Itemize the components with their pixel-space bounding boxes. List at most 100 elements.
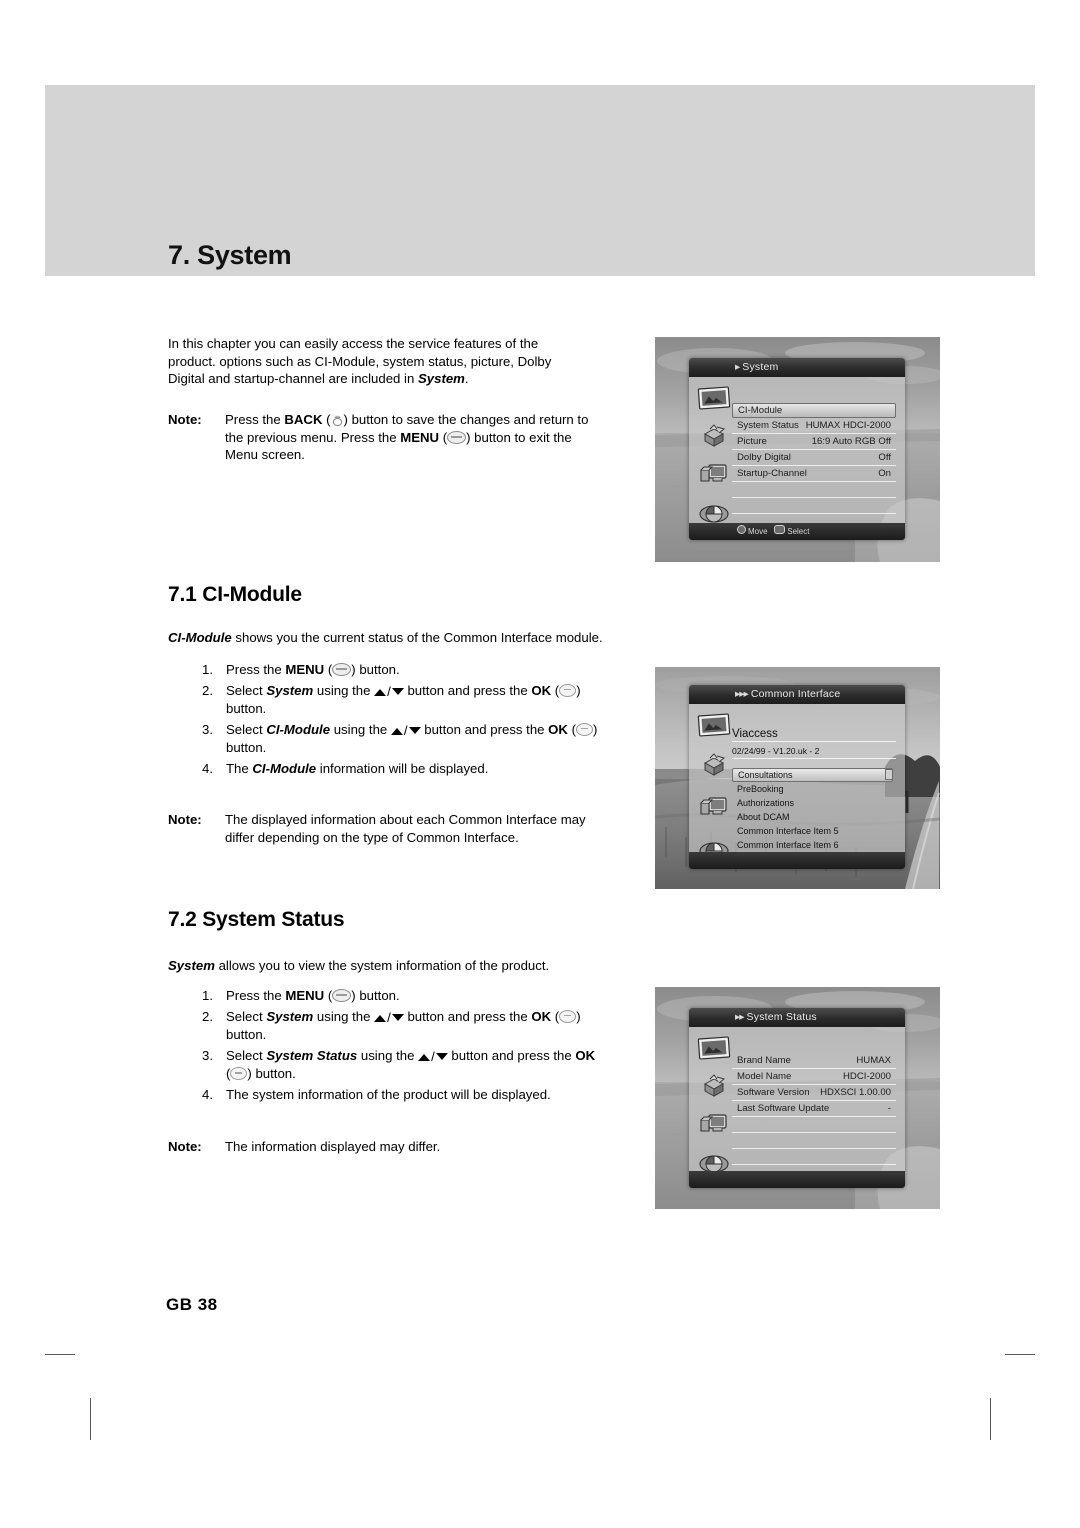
manual-page: 7. System In this chapter you can easily… <box>0 0 1080 1528</box>
ss-step-3-mid2: button and press the <box>447 1047 576 1063</box>
system-status-lead-rest: allows you to view the system informatio… <box>214 958 550 973</box>
note-label: Note: <box>168 412 202 427</box>
osd-body: Brand Name HUMAX Model Name HDCI-2000 So… <box>689 1027 905 1188</box>
back-key-label: BACK <box>284 412 323 427</box>
ss-note-line-1: The information displayed may differ. <box>225 1139 441 1154</box>
note-line-1: Press the BACK () button to save the cha… <box>225 411 640 429</box>
page-title: 7. System <box>168 240 292 270</box>
installation-box-icon <box>697 1073 731 1099</box>
osd-footer-bar <box>689 852 905 869</box>
ci-module-steps: Press the MENU () button. Select System … <box>168 655 640 781</box>
ok-key-icon <box>774 525 786 534</box>
note-body: The displayed information about each Com… <box>225 811 640 846</box>
screenshot-common-interface: ▸▸▸ Common Interface Viaccess 02/24/99 - … <box>655 667 940 889</box>
ci-item-about-dcam[interactable]: About DCAM <box>732 810 893 824</box>
osd-title-bar: ▸ System <box>689 358 905 377</box>
step-item: Select System using the / button and pre… <box>202 682 581 717</box>
cam-version: 02/24/99 - V1.20.uk - 2 <box>732 746 896 759</box>
osd-row-model-name: Model Name HDCI-2000 <box>732 1069 896 1085</box>
osd-row-last-software-update: Last Software Update - <box>732 1101 896 1117</box>
osd-row-label: Last Software Update <box>737 1103 830 1114</box>
osd-title-text: System Status <box>746 1011 817 1023</box>
osd-row-label: Dolby Digital <box>737 452 791 463</box>
ci-item-consultations[interactable]: Consultations <box>732 768 893 782</box>
ci-item-6[interactable]: Common Interface Item 6 <box>732 838 893 852</box>
intro-line-2: product. options such as CI-Module, syst… <box>168 353 552 369</box>
step-3-emphasis: CI-Module <box>266 721 331 737</box>
ss-step-1-key: MENU <box>285 988 325 1003</box>
step-2-pre: Select <box>226 682 267 698</box>
crop-mark-bottom-left-vertical <box>90 1398 91 1440</box>
ss-step-1-paren: ( <box>324 988 333 1003</box>
osd-panel: ▸ System CI-Module System Status HUMAX HD… <box>689 358 905 540</box>
osd-row-label: CI-Module <box>738 405 783 416</box>
installation-box-icon <box>697 423 731 449</box>
ci-item-label: About DCAM <box>737 812 790 822</box>
osd-row-label: Software Version <box>737 1087 810 1098</box>
note-line-2-post: ) button to exit the <box>466 429 572 445</box>
ci-item-label: PreBooking <box>737 784 784 794</box>
osd-row-brand-name: Brand Name HUMAX <box>732 1053 896 1069</box>
osd-row-dolby-digital[interactable]: Dolby Digital Off <box>732 450 896 466</box>
intro-line-3-pre: Digital and startup-channel are included… <box>168 371 418 387</box>
ss-step-2-mid: using the <box>313 1008 375 1024</box>
osd-row-label: Startup-Channel <box>737 468 807 479</box>
ci-item-label: Common Interface Item 5 <box>737 826 839 836</box>
osd-row-system-status[interactable]: System Status HUMAX HDCI-2000 <box>732 418 896 434</box>
note-line-3: Menu screen. <box>225 447 305 463</box>
ss-step-4-text: The system information of the product wi… <box>226 1086 551 1102</box>
ok-button-icon <box>576 722 594 736</box>
step-3-pre: Select <box>226 721 267 737</box>
ci-item-label: Common Interface Item 6 <box>737 840 839 850</box>
intro-paragraph: In this chapter you can easily access th… <box>168 335 640 388</box>
osd-row-software-version: Software Version HDXSCI 1.00.00 <box>732 1085 896 1101</box>
menu-button-icon <box>332 663 352 676</box>
photos-icon <box>697 1035 731 1061</box>
photos-icon <box>697 712 731 738</box>
tv-monitor-icon <box>697 461 731 487</box>
up-down-arrow-icon: / <box>390 722 421 740</box>
osd-row-value: On <box>878 468 891 479</box>
menu-button-icon <box>447 430 467 444</box>
ci-item-prebooking[interactable]: PreBooking <box>732 782 893 796</box>
up-down-arrow-icon: / <box>374 683 404 701</box>
step-1-key: MENU <box>285 662 325 677</box>
ci-module-lead-rest: shows you the current status of the Comm… <box>231 630 603 645</box>
step-item: Press the MENU () button. <box>202 987 640 1005</box>
breadcrumb-caret-icon: ▸ <box>735 361 740 373</box>
section-heading-ci-module: 7.1 CI-Module <box>168 583 302 606</box>
osd-row-list: Brand Name HUMAX Model Name HDCI-2000 So… <box>732 1053 896 1188</box>
installation-box-icon <box>697 752 731 778</box>
hint-move-label: Move <box>748 527 768 536</box>
step-2-mid2: button and press the <box>403 682 532 698</box>
ci-item-label: Consultations <box>738 770 793 780</box>
osd-row-label: System Status <box>737 420 799 431</box>
breadcrumb-caret-icon: ▸▸▸ <box>735 688 749 700</box>
step-3-ok-label: OK <box>548 721 568 737</box>
ss-step-2-pre: Select <box>226 1008 267 1024</box>
ci-item-5[interactable]: Common Interface Item 5 <box>732 824 893 838</box>
osd-row-value: HDCI-2000 <box>843 1071 891 1082</box>
note-line-1-post: ) button to save the changes and return … <box>343 412 589 427</box>
ci-item-authorizations[interactable]: Authorizations <box>732 796 893 810</box>
up-down-arrow-icon: / <box>418 1048 448 1066</box>
step-2-tail: button. <box>226 701 267 717</box>
ss-step-2-tail: button. <box>226 1027 267 1043</box>
ci-note-line-2: differ depending on the type of Common I… <box>225 829 519 845</box>
step-1-post: ) button. <box>351 662 400 677</box>
step-4-emphasis: CI-Module <box>252 760 317 776</box>
ci-menu-list: Consultations PreBooking Authorizations … <box>732 768 893 852</box>
note-label: Note: <box>168 812 202 827</box>
hint-select-label: Select <box>787 527 810 536</box>
ss-step-3-pre: Select <box>226 1047 267 1063</box>
ci-module-note: Note: The displayed information about ea… <box>168 811 640 846</box>
scrollbar-thumb[interactable] <box>885 769 893 780</box>
osd-row-startup-channel[interactable]: Startup-Channel On <box>732 466 896 482</box>
tv-monitor-icon <box>697 1111 731 1137</box>
ss-step-3-mid: using the <box>357 1047 419 1063</box>
osd-row-empty <box>732 498 896 514</box>
step-item: Select System Status using the / button … <box>202 1047 596 1082</box>
osd-row-ci-module[interactable]: CI-Module <box>732 403 896 418</box>
ss-step-3-emphasis: System Status <box>266 1047 358 1063</box>
osd-row-picture[interactable]: Picture 16:9 Auto RGB Off <box>732 434 896 450</box>
